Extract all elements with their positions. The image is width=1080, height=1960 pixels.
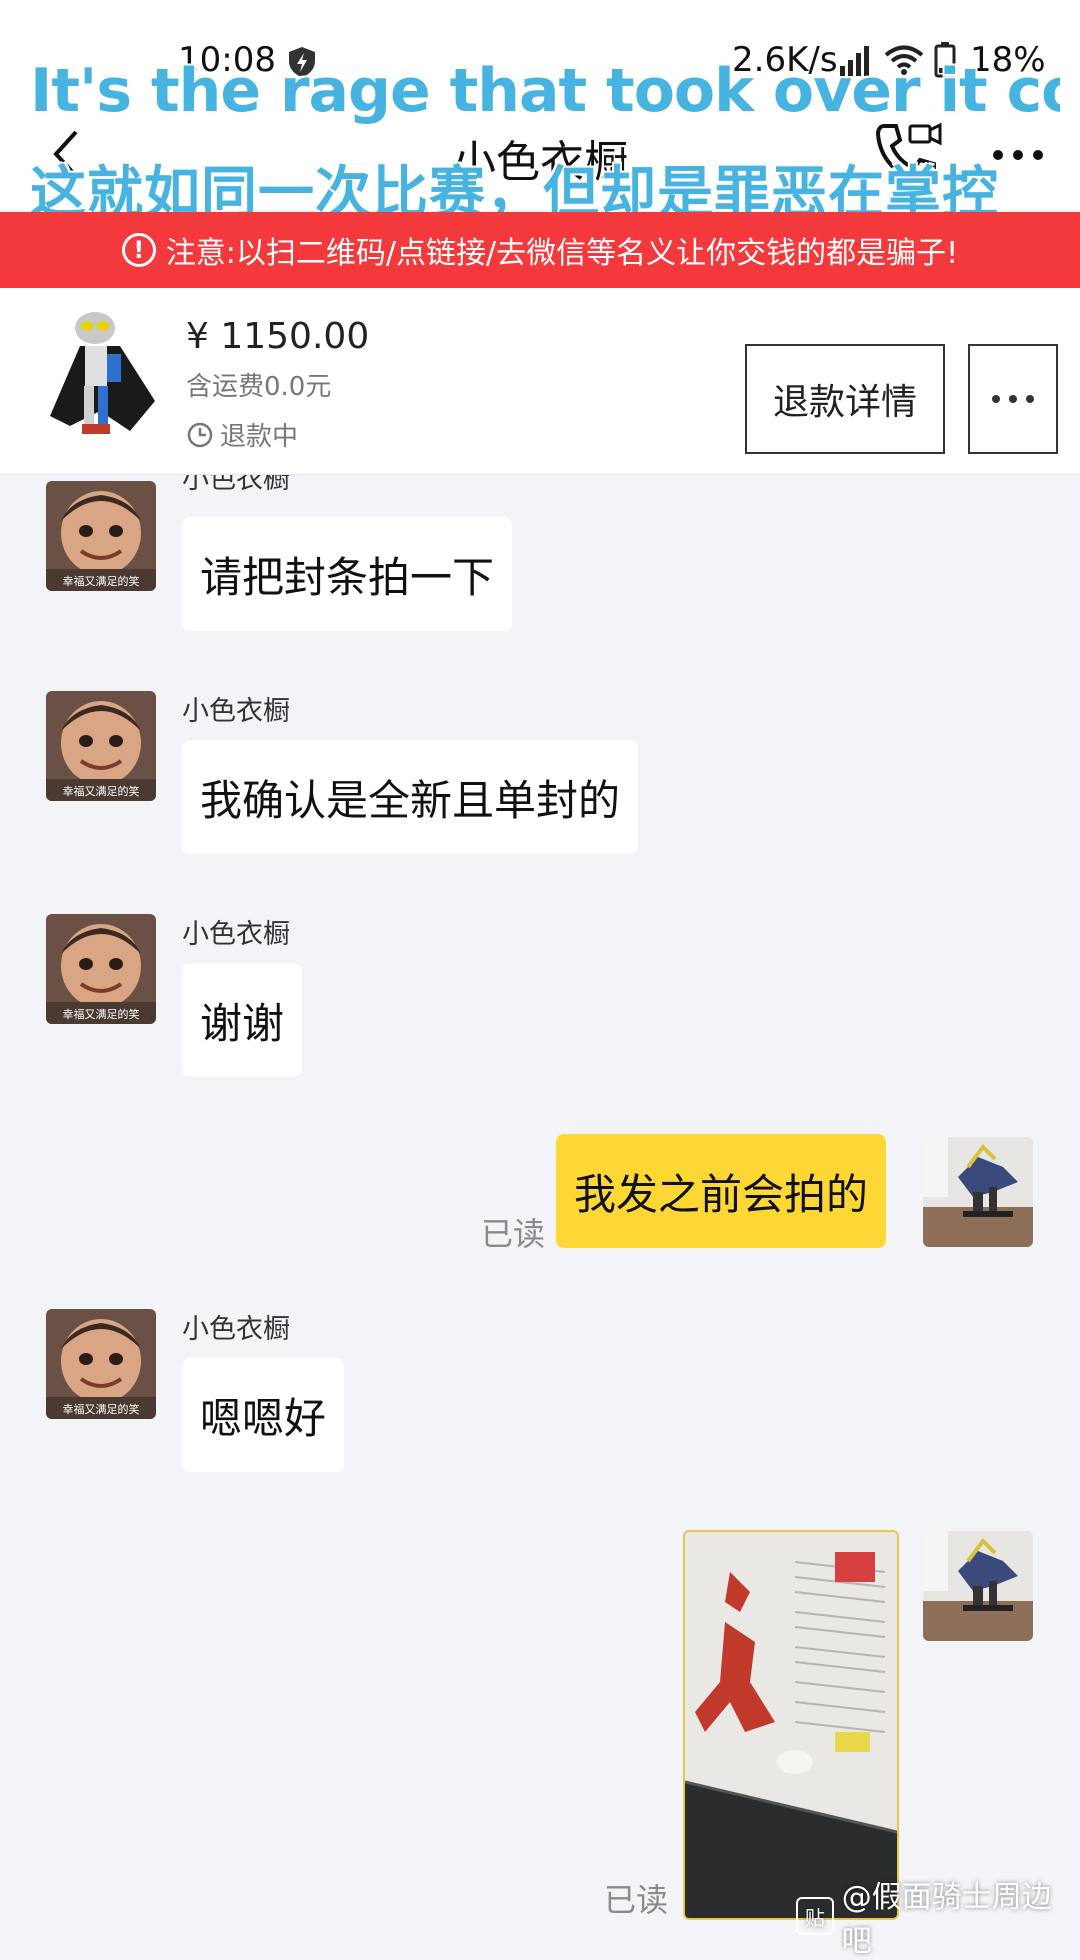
message-bubble-sent[interactable]: 我发之前会拍的 bbox=[556, 1134, 887, 1248]
shield-bolt-icon bbox=[289, 47, 315, 77]
battery-icon bbox=[934, 42, 956, 78]
network-speed: 2.6K/s bbox=[732, 40, 838, 80]
battery-percent: 18% bbox=[970, 40, 1046, 80]
more-dots-icon bbox=[992, 395, 1034, 403]
order-status-label: 退款中 bbox=[220, 422, 299, 452]
sender-name: 小色衣橱 bbox=[182, 1314, 290, 1345]
sent-photo-message[interactable] bbox=[683, 1530, 899, 1920]
exclamation-circle-icon: ! bbox=[121, 233, 156, 267]
message-bubble-received[interactable]: 请把封条拍一下 bbox=[182, 517, 513, 631]
my-avatar[interactable] bbox=[923, 1531, 1033, 1641]
contact-avatar[interactable]: 幸福又满足的笑 bbox=[46, 481, 156, 591]
refund-details-button[interactable]: 退款详情 bbox=[745, 344, 945, 454]
chat-area[interactable]: 幸福又满足的笑 小色衣橱 请把封条拍一下 幸福又满足的笑 小色衣橱 我确认是全新… bbox=[0, 475, 1080, 1920]
read-receipt: 已读 bbox=[604, 1881, 669, 1919]
order-shipping: 含运费0.0元 bbox=[186, 372, 332, 402]
sender-name: 小色衣橱 bbox=[182, 696, 290, 727]
avatar-caption: 幸福又满足的笑 bbox=[63, 1007, 140, 1021]
sender-name: 小色衣橱 bbox=[182, 475, 290, 495]
product-thumbnail[interactable] bbox=[40, 306, 160, 456]
message-bubble-received[interactable]: 嗯嗯好 bbox=[182, 1358, 345, 1472]
call-video-icon[interactable] bbox=[872, 120, 942, 186]
watermark-text: @假面骑士周边吧 bbox=[841, 1880, 1052, 1959]
tieba-watermark: 贴 @假面骑士周边吧 bbox=[796, 1872, 1080, 1960]
avatar-caption: 幸福又满足的笑 bbox=[63, 1402, 140, 1416]
message-bubble-received[interactable]: 我确认是全新且单封的 bbox=[182, 740, 639, 854]
avatar-caption: 幸福又满足的笑 bbox=[63, 784, 140, 798]
warning-text: 注意:以扫二维码/点链接/去微信等名义让你交钱的都是骗子! bbox=[165, 236, 959, 271]
tieba-logo-icon: 贴 bbox=[796, 1897, 834, 1935]
avatar-image bbox=[923, 1137, 1033, 1247]
avatar-image: 幸福又满足的笑 bbox=[46, 914, 156, 1024]
avatar-image: 幸福又满足的笑 bbox=[46, 481, 156, 591]
scam-warning-banner: ! 注意:以扫二维码/点链接/去微信等名义让你交钱的都是骗子! bbox=[0, 212, 1080, 288]
order-more-button[interactable] bbox=[968, 344, 1058, 454]
message-bubble-received[interactable]: 谢谢 bbox=[182, 963, 303, 1077]
order-price: ¥ 1150.00 bbox=[186, 316, 370, 357]
more-options-icon[interactable] bbox=[988, 140, 1048, 170]
avatar-caption: 幸福又满足的笑 bbox=[63, 574, 140, 588]
avatar-image: 幸福又满足的笑 bbox=[46, 691, 156, 801]
contact-avatar[interactable]: 幸福又满足的笑 bbox=[46, 691, 156, 801]
contact-avatar[interactable]: 幸福又满足的笑 bbox=[46, 1309, 156, 1419]
wifi-icon bbox=[884, 45, 924, 75]
status-bar: 10:08 2.6K/s 18% bbox=[0, 0, 1080, 120]
avatar-image: 幸福又满足的笑 bbox=[46, 1309, 156, 1419]
status-time: 10:08 bbox=[178, 40, 276, 80]
order-card[interactable]: ¥ 1150.00 含运费0.0元 退款中 退款详情 bbox=[0, 288, 1080, 475]
contact-avatar[interactable]: 幸福又满足的笑 bbox=[46, 914, 156, 1024]
chat-header: 小色衣橱 bbox=[0, 120, 1080, 210]
sender-name: 小色衣橱 bbox=[182, 919, 290, 950]
read-receipt: 已读 bbox=[481, 1215, 546, 1253]
clock-icon bbox=[187, 422, 213, 447]
signal-icon bbox=[840, 46, 869, 76]
order-status: 退款中 bbox=[186, 416, 298, 453]
avatar-image bbox=[923, 1531, 1033, 1641]
my-avatar[interactable] bbox=[923, 1137, 1033, 1247]
photo-image bbox=[685, 1532, 897, 1918]
